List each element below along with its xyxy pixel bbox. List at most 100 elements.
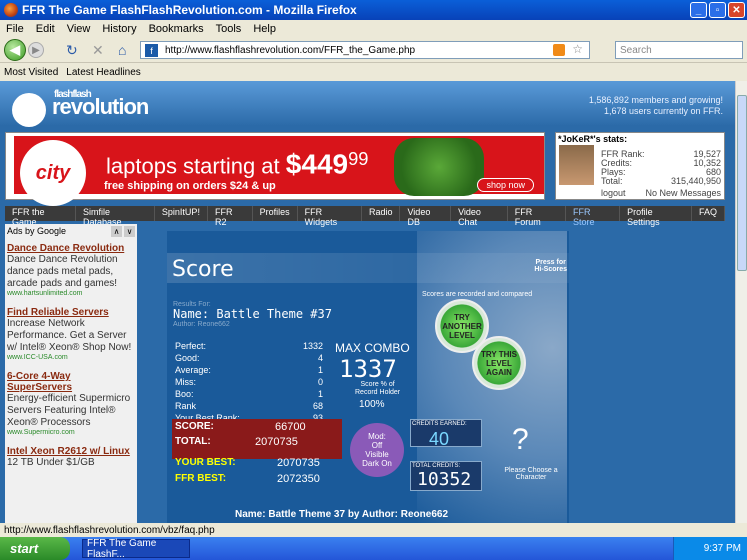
site-logo[interactable]: flashflash revolution [12, 89, 149, 127]
stat-total-label: Total: [601, 176, 623, 186]
menu-file[interactable]: File [6, 23, 24, 35]
forward-button[interactable]: ▶ [28, 42, 44, 58]
site-nav-tabs: FFR the Game Simfile Database SpinItUP! … [5, 206, 725, 227]
ad-background: city laptops starting at $44999 free shi… [14, 136, 544, 206]
ad-item-desc: 12 TB Under $1/GB [7, 457, 95, 468]
tab-ffr-forum[interactable]: FFR Forum [508, 206, 567, 227]
flash-game-results[interactable]: Score Press for Hi-Scores Scores are rec… [167, 231, 569, 523]
stat-value: 0 [317, 377, 323, 387]
status-bar: http://www.flashflashrevolution.com/vbz/… [0, 523, 747, 537]
choose-character-label[interactable]: Please Choose a Character [493, 467, 569, 481]
ad-item[interactable]: Find Reliable Servers Increase Network P… [7, 307, 135, 361]
tab-faq[interactable]: FAQ [692, 206, 725, 221]
stat-label: Perfect: [175, 341, 207, 351]
max-combo-label: MAX COMBO [335, 341, 410, 355]
member-count: 1,586,892 members and growing! 1,678 use… [589, 95, 723, 117]
hi-scores-button[interactable]: Press for Hi-Scores [534, 259, 567, 273]
max-combo-value: 1337 [339, 355, 397, 383]
ad-image [394, 138, 484, 196]
judgement-stats: Perfect: 1332 Good: 4 Average: 1 Miss: 0 Boo… [175, 341, 323, 425]
ad-item-url[interactable]: www.Supermicro.com [7, 429, 135, 436]
rss-icon[interactable] [553, 44, 565, 56]
ad-item-title[interactable]: 6-Core 4-Way SuperServers [7, 371, 135, 393]
banner-ad[interactable]: city laptops starting at $44999 free shi… [5, 132, 545, 206]
stat-value: 1 [317, 389, 323, 399]
tab-video-db[interactable]: Video DB [400, 206, 452, 227]
ad-item[interactable]: Intel Xeon R2612 w/ Linux 12 TB Under $1… [7, 446, 135, 469]
ad-item-url[interactable]: www.hartsunlimited.com [7, 290, 135, 297]
tab-profiles[interactable]: Profiles [253, 206, 298, 221]
taskbar-firefox-item[interactable]: FFR The Game FlashF... [82, 538, 190, 560]
ad-brand-logo: city [20, 140, 86, 206]
ad-item-title[interactable]: Find Reliable Servers [7, 307, 135, 318]
stop-icon[interactable]: ✕ [92, 42, 104, 59]
tab-ffr-r2[interactable]: FFR R2 [208, 206, 253, 227]
ads-next-icon[interactable]: ∨ [124, 226, 135, 237]
try-level-again-button[interactable]: TRY THIS LEVEL AGAIN [472, 336, 526, 390]
bookmark-star-icon[interactable]: ☆ [572, 42, 583, 56]
messages-link[interactable]: No New Messages [645, 188, 721, 198]
stat-label: Good: [175, 353, 200, 363]
your-best-value: 2070735 [277, 457, 320, 469]
vertical-scrollbar[interactable] [735, 81, 747, 523]
tab-ffr-widgets[interactable]: FFR Widgets [298, 206, 362, 227]
bookmark-latest-headlines[interactable]: Latest Headlines [66, 67, 141, 78]
page-content: flashflash revolution 1,586,892 members … [0, 81, 735, 523]
stat-label: Miss: [175, 377, 196, 387]
menu-edit[interactable]: Edit [36, 23, 55, 35]
avatar[interactable] [559, 145, 594, 185]
menu-bookmarks[interactable]: Bookmarks [149, 23, 204, 35]
stat-perfect: Perfect: 1332 [175, 341, 323, 353]
search-input[interactable]: Search [615, 41, 743, 59]
ad-item[interactable]: Dance Dance Revolution Dance Dance Revol… [7, 243, 135, 297]
minimize-button[interactable]: _ [690, 2, 707, 18]
bookmark-most-visited[interactable]: Most Visited [4, 67, 58, 78]
ad-item-desc: Energy-efficient Supermicro Servers Feat… [7, 393, 131, 428]
members-line1: 1,586,892 members and growing! [588, 95, 723, 105]
tab-ffr-the-game[interactable]: FFR the Game [5, 206, 76, 227]
tab-spinitup[interactable]: SpinItUP! [155, 206, 208, 221]
firefox-icon [4, 3, 18, 17]
ad-item[interactable]: 6-Core 4-Way SuperServers Energy-efficie… [7, 371, 135, 436]
stats-links: logout No New Messages [601, 188, 721, 198]
maximize-button[interactable]: ▫ [709, 2, 726, 18]
home-icon[interactable]: ⌂ [118, 42, 126, 58]
window-title: FFR The Game FlashFlashRevolution.com - … [22, 3, 357, 17]
menu-help[interactable]: Help [253, 23, 276, 35]
ad-shop-button[interactable]: shop now [477, 178, 534, 192]
ad-item-title[interactable]: Dance Dance Revolution [7, 243, 135, 254]
start-button[interactable]: start [0, 537, 70, 560]
menu-history[interactable]: History [102, 23, 136, 35]
ads-by-google-label[interactable]: Ads by Google [7, 226, 66, 237]
score-label: SCORE: [175, 421, 214, 432]
ffr-best-value: 2072350 [277, 473, 320, 485]
character-question-icon[interactable]: ? [512, 423, 529, 457]
stat-boo: Boo: 1 [175, 389, 323, 401]
site-favicon: f [145, 44, 158, 57]
ads-prev-icon[interactable]: ∧ [111, 226, 122, 237]
reload-icon[interactable]: ↻ [66, 42, 78, 59]
stat-label: Rank [175, 401, 197, 411]
ad-item-url[interactable]: www.ICC-USA.com [7, 354, 135, 361]
ad-item-title[interactable]: Intel Xeon R2612 w/ Linux [7, 446, 135, 457]
score-pct-value: 100% [359, 399, 385, 410]
back-button[interactable]: ◀ [4, 39, 26, 61]
visibility-mod-toggle[interactable]: Mod: Off Visible Dark On [350, 423, 404, 477]
menu-view[interactable]: View [67, 23, 91, 35]
tab-profile-settings[interactable]: Profile Settings [620, 206, 692, 227]
close-button[interactable]: ✕ [728, 2, 745, 18]
credits-earned-value: 40 [429, 429, 450, 449]
recorded-note: Scores are recorded and compared [422, 291, 533, 298]
ad-headline: laptops starting at $44999 [106, 148, 368, 180]
tab-simfile-database[interactable]: Simfile Database [76, 206, 155, 227]
tab-ffr-store[interactable]: FFR Store [566, 206, 621, 227]
menu-tools[interactable]: Tools [216, 23, 242, 35]
url-bar[interactable]: f http://www.flashflashrevolution.com/FF… [140, 41, 590, 59]
scrollbar-thumb[interactable] [737, 95, 747, 271]
logout-link[interactable]: logout [601, 188, 626, 198]
logo-emblem-icon [12, 93, 46, 127]
tab-video-chat[interactable]: Video Chat [451, 206, 508, 227]
stat-label: Boo: [175, 389, 194, 399]
tab-radio[interactable]: Radio [362, 206, 401, 221]
your-best-label: YOUR BEST: [175, 457, 236, 468]
